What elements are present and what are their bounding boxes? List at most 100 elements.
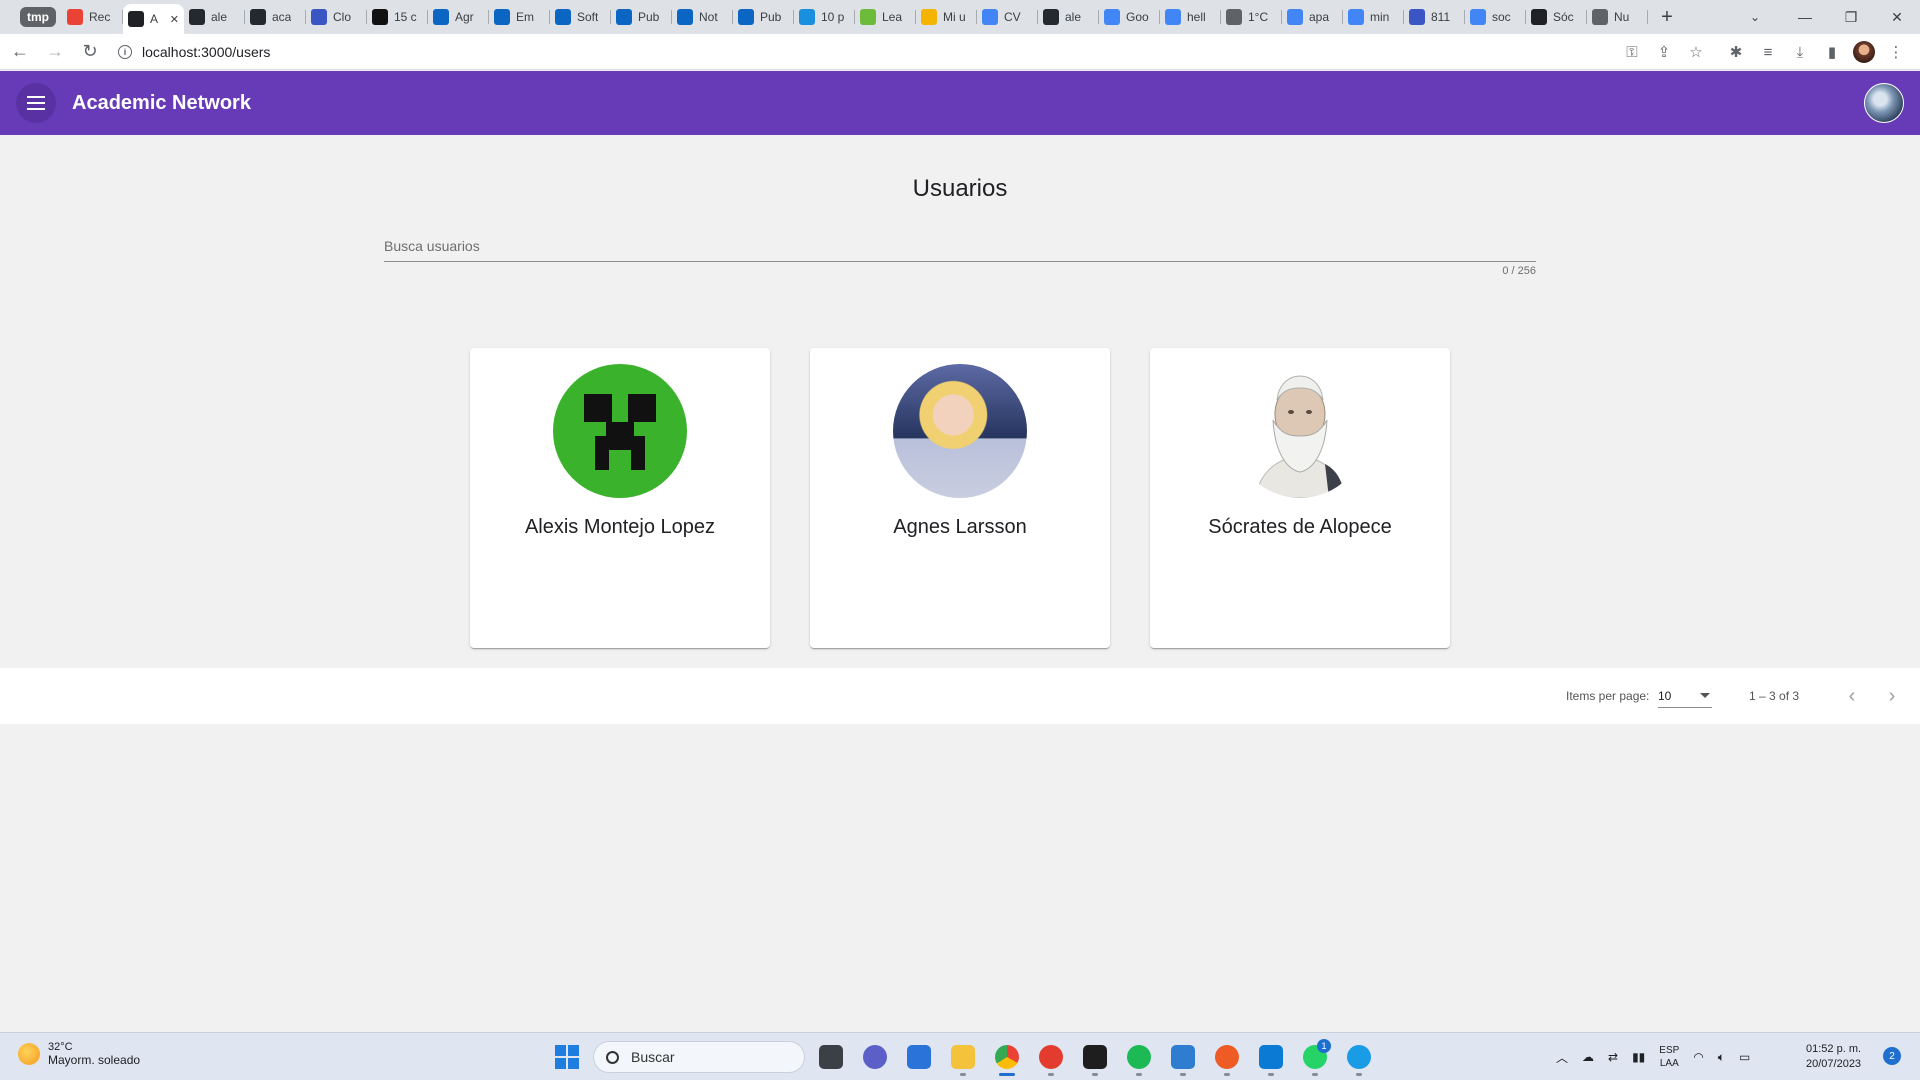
close-tab-icon[interactable]: ✕: [170, 13, 179, 26]
notification-count[interactable]: 2: [1883, 1047, 1901, 1065]
volume-icon[interactable]: 🔈︎: [1718, 1050, 1725, 1065]
address-bar[interactable]: i localhost:3000/users: [110, 38, 1510, 66]
next-page-button[interactable]: ›: [1880, 684, 1904, 708]
tab-search-chevron-icon[interactable]: ⌄: [1740, 0, 1770, 34]
hamburger-icon: [27, 96, 45, 110]
linkedin-icon: [494, 9, 510, 25]
browser-tab[interactable]: Rec: [62, 4, 123, 30]
browser-tab[interactable]: Not: [672, 4, 733, 30]
language-indicator[interactable]: ESP LAA: [1659, 1044, 1679, 1070]
profile-avatar[interactable]: [1852, 38, 1876, 66]
key-icon[interactable]: ⚿: [1620, 38, 1644, 66]
browser-tab[interactable]: aca: [245, 4, 306, 30]
browser-tab[interactable]: 1°C: [1221, 4, 1282, 30]
browser-tab[interactable]: ale: [1038, 4, 1099, 30]
reload-button[interactable]: ↻: [75, 37, 105, 67]
bookmark-star-icon[interactable]: ☆: [1684, 38, 1708, 66]
browser-tab[interactable]: ale: [184, 4, 245, 30]
browser-menu-icon[interactable]: ⋮: [1884, 38, 1908, 66]
browser-tab-label: 10 p: [821, 10, 845, 24]
browser-tab[interactable]: Pub: [733, 4, 794, 30]
github-icon: [1043, 9, 1059, 25]
lang-bottom: LAA: [1659, 1058, 1679, 1069]
tomato-timer-icon[interactable]: [1033, 1039, 1069, 1076]
browser-tab-label: aca: [272, 10, 292, 24]
browser-tab[interactable]: Pub: [611, 4, 672, 30]
previous-page-button[interactable]: ‹: [1840, 684, 1864, 708]
postman-icon[interactable]: [1209, 1039, 1245, 1076]
meter-icon[interactable]: ▮▮: [1632, 1050, 1645, 1064]
browser-tab[interactable]: 15 c: [367, 4, 428, 30]
reading-list-icon[interactable]: ≡: [1756, 38, 1780, 66]
side-panel-icon[interactable]: ▮: [1820, 38, 1844, 66]
restore-button[interactable]: ❐: [1828, 0, 1874, 34]
app-toolbar: Academic Network: [0, 71, 1920, 135]
url-text[interactable]: localhost:3000/users: [142, 44, 270, 60]
browser-tab[interactable]: Goo: [1099, 4, 1160, 30]
google-icon: [1165, 9, 1181, 25]
translate-icon: [1104, 9, 1120, 25]
angular-icon: [128, 11, 144, 27]
clock[interactable]: 01:52 p. m. 20/07/2023: [1806, 1042, 1861, 1072]
minimize-button[interactable]: —: [1782, 0, 1828, 34]
terminal-icon[interactable]: [1077, 1039, 1113, 1076]
browser-tab[interactable]: hell: [1160, 4, 1221, 30]
browser-tab[interactable]: Nu: [1587, 4, 1648, 30]
browser-tab[interactable]: 10 p: [794, 4, 855, 30]
chevron-up-icon[interactable]: ︿: [1556, 1049, 1568, 1066]
tab-group-label[interactable]: tmp: [20, 7, 56, 27]
close-window-button[interactable]: ✕: [1874, 0, 1920, 34]
browser-tab[interactable]: Clo: [306, 4, 367, 30]
new-tab-button[interactable]: +: [1652, 4, 1682, 30]
vscode-icon[interactable]: [1253, 1039, 1289, 1076]
transfer-icon[interactable]: ⇄: [1608, 1050, 1618, 1064]
browser-tab[interactable]: Soft: [550, 4, 611, 30]
github-icon: [189, 9, 205, 25]
chrome-icon[interactable]: [989, 1039, 1025, 1076]
browser-tab[interactable]: soc: [1465, 4, 1526, 30]
browser-tab[interactable]: apa: [1282, 4, 1343, 30]
taskbar: 32°C Mayorm. soleado Buscar 1 ︿ ☁ ⇄ ▮▮ E…: [0, 1032, 1920, 1080]
globe-icon: [1592, 9, 1608, 25]
search-input[interactable]: [384, 232, 1536, 260]
linkedin-icon: [616, 9, 632, 25]
edge-icon[interactable]: [1341, 1039, 1377, 1076]
file-explorer-dark-icon[interactable]: [813, 1039, 849, 1075]
browser-tab[interactable]: Sóc: [1526, 4, 1587, 30]
weather-widget[interactable]: 32°C Mayorm. soleado: [18, 1041, 140, 1067]
notepad-icon[interactable]: [1165, 1039, 1201, 1076]
browser-tab[interactable]: Mi u: [916, 4, 977, 30]
extensions-puzzle-icon[interactable]: ✱: [1724, 38, 1748, 66]
windows-start-icon[interactable]: [555, 1045, 579, 1069]
share-icon[interactable]: ⇪: [1652, 38, 1676, 66]
user-card[interactable]: Alexis Montejo Lopez: [470, 348, 770, 648]
browser-tab[interactable]: A ✕: [123, 4, 184, 34]
search-char-counter: 0 / 256: [1502, 265, 1536, 277]
user-card[interactable]: Sócrates de Alopece: [1150, 348, 1450, 648]
whatsapp-icon[interactable]: 1: [1297, 1039, 1333, 1076]
taskbar-search[interactable]: Buscar: [593, 1041, 805, 1073]
creeper-avatar: [553, 364, 687, 498]
file-explorer-icon[interactable]: [945, 1039, 981, 1076]
items-per-page-select[interactable]: 10: [1658, 684, 1712, 708]
lang-top: ESP: [1659, 1045, 1680, 1056]
user-avatar-button[interactable]: [1864, 83, 1904, 123]
browser-tab[interactable]: 811: [1404, 4, 1465, 30]
browser-tab[interactable]: Agr: [428, 4, 489, 30]
browser-tab[interactable]: Lea: [855, 4, 916, 30]
browser-tab[interactable]: min: [1343, 4, 1404, 30]
back-button[interactable]: ←: [5, 37, 35, 67]
wifi-icon[interactable]: ◠: [1693, 1050, 1703, 1064]
store-icon[interactable]: [901, 1039, 937, 1075]
menu-button[interactable]: [16, 83, 56, 123]
onedrive-icon[interactable]: ☁: [1582, 1050, 1594, 1064]
battery-icon[interactable]: ▭: [1739, 1050, 1750, 1064]
browser-tab[interactable]: CV: [977, 4, 1038, 30]
site-info-icon[interactable]: i: [118, 45, 132, 59]
teams-icon[interactable]: [857, 1039, 893, 1075]
browser-tab[interactable]: Em: [489, 4, 550, 30]
forward-button[interactable]: →: [40, 37, 70, 67]
download-icon[interactable]: ⤓: [1788, 38, 1812, 66]
user-card[interactable]: Agnes Larsson: [810, 348, 1110, 648]
spotify-icon[interactable]: [1121, 1039, 1157, 1076]
